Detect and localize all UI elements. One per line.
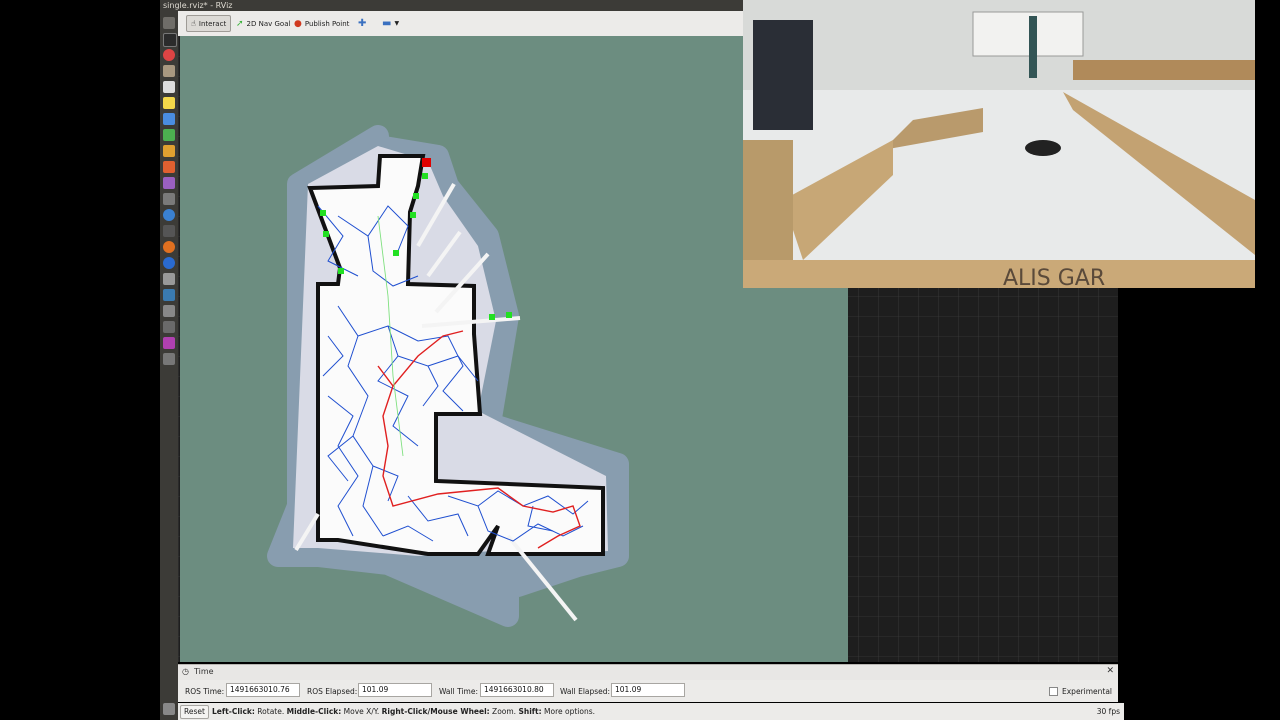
hint-right-key: Right-Click/Mouse Wheel:	[381, 707, 490, 716]
screen-icon[interactable]	[163, 321, 175, 333]
crosshair-icon: ✚	[358, 18, 367, 29]
impress-icon[interactable]	[163, 145, 175, 157]
map-pin-icon: ●	[294, 18, 302, 29]
camera-feed: ALIS GAR	[743, 0, 1255, 288]
rviz-toolbar: ☝ Interact ➚ 2D Nav Goal ● Publish Point…	[178, 11, 743, 37]
time-panel: ROS Time: 1491663010.76 ROS Elapsed: 101…	[178, 680, 1118, 702]
python-icon[interactable]	[163, 289, 175, 301]
wall-elapsed-label: Wall Elapsed:	[560, 687, 611, 696]
camera-sign-text: ALIS GAR	[1003, 266, 1105, 288]
hand-icon: ☝	[191, 19, 196, 28]
status-bar: Reset Left-Click: Rotate. Middle-Click: …	[178, 703, 1124, 720]
minus-icon: ▬	[382, 18, 392, 29]
document-icon[interactable]	[163, 97, 175, 109]
hint-middle-action: Move X/Y.	[341, 707, 382, 716]
interact-tool-button[interactable]: ☝ Interact	[186, 15, 232, 32]
ros-elapsed-field[interactable]: 101.09	[358, 683, 432, 697]
monitor-icon[interactable]	[163, 305, 175, 317]
hint-shift-key: Shift:	[518, 707, 542, 716]
wall-elapsed-field[interactable]: 101.09	[611, 683, 685, 697]
writer-icon[interactable]	[163, 113, 175, 125]
dash-icon[interactable]	[163, 17, 175, 29]
chevron-down-icon: ▼	[394, 20, 400, 27]
ros-time-label: ROS Time:	[185, 687, 225, 696]
settings-icon[interactable]	[163, 177, 175, 189]
publish-point-button[interactable]: ● Publish Point	[290, 15, 353, 32]
robot-photo	[1025, 140, 1061, 156]
arrow-icon: ➚	[236, 18, 244, 29]
amazon-icon[interactable]	[163, 193, 175, 205]
clock-icon: ◷	[182, 667, 189, 676]
disk-icon[interactable]	[163, 273, 175, 285]
hint-middle-key: Middle-Click:	[286, 707, 342, 716]
publish-point-label: Publish Point	[304, 19, 350, 28]
time-panel-header: ◷ Time ✕	[178, 664, 1118, 680]
mouse-hints: Left-Click: Rotate. Middle-Click: Move X…	[212, 707, 595, 716]
window-title: single.rviz* - RViz	[163, 1, 233, 10]
nav-goal-button[interactable]: ➚ 2D Nav Goal	[232, 15, 294, 32]
ros-elapsed-label: ROS Elapsed:	[307, 687, 358, 696]
add-tool-dropdown[interactable]: ▬ ▼	[378, 15, 403, 32]
wall-time-field[interactable]: 1491663010.80	[480, 683, 554, 697]
ros-time-field[interactable]: 1491663010.76	[226, 683, 300, 697]
app-icon[interactable]	[163, 353, 175, 365]
chrome-icon[interactable]	[163, 49, 175, 61]
time-panel-title: Time	[194, 667, 214, 676]
window-titlebar[interactable]: single.rviz* - RViz	[160, 0, 743, 11]
unity-launcher	[160, 11, 178, 720]
terminal-icon[interactable]	[163, 33, 177, 47]
interact-label: Interact	[198, 19, 227, 28]
calc-icon[interactable]	[163, 129, 175, 141]
editor-icon[interactable]	[163, 81, 175, 93]
move-camera-button[interactable]: ✚	[354, 15, 370, 32]
firefox-icon[interactable]	[163, 241, 175, 253]
rviz-icon[interactable]	[163, 337, 175, 349]
close-icon[interactable]: ✕	[1106, 666, 1114, 676]
chat-icon[interactable]	[163, 257, 175, 269]
files-icon[interactable]	[163, 65, 175, 77]
hint-left-key: Left-Click:	[212, 707, 255, 716]
robot-marker	[422, 158, 431, 167]
fps-counter: 30 fps	[1096, 707, 1120, 716]
experimental-checkbox[interactable]	[1049, 687, 1058, 696]
hint-shift-action: More options.	[541, 707, 595, 716]
hint-left-action: Rotate.	[254, 707, 287, 716]
reset-button[interactable]: Reset	[180, 705, 209, 719]
tool-icon[interactable]	[163, 225, 175, 237]
experimental-label: Experimental	[1062, 687, 1113, 696]
browser-icon[interactable]	[163, 209, 175, 221]
hint-right-action: Zoom.	[489, 707, 519, 716]
wall-time-label: Wall Time:	[439, 687, 478, 696]
trash-icon[interactable]	[163, 703, 175, 715]
nav-goal-label: 2D Nav Goal	[246, 19, 291, 28]
software-center-icon[interactable]	[163, 161, 175, 173]
